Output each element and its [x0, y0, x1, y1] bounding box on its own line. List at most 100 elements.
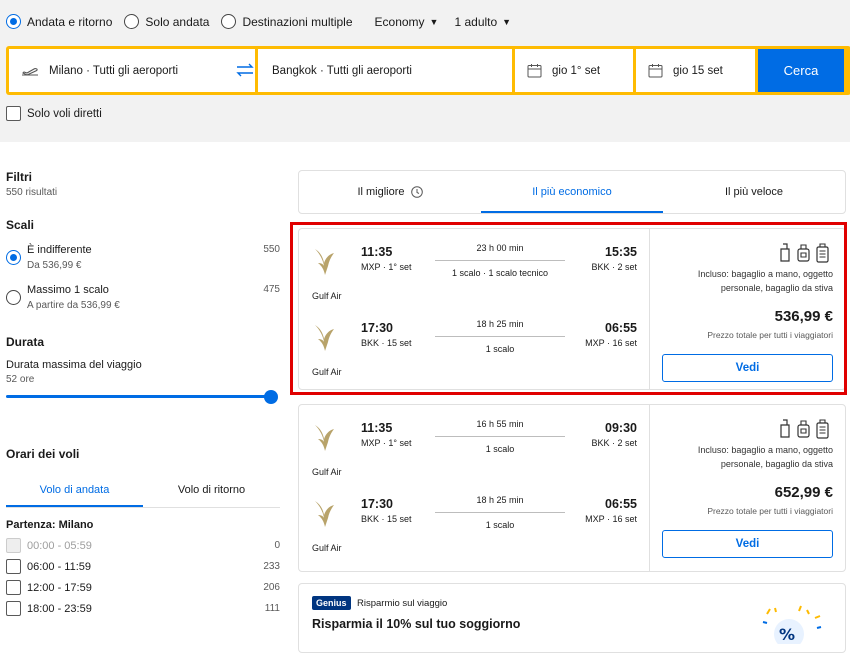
- duration-label: Durata massima del viaggio: [6, 359, 142, 371]
- view-button[interactable]: Vedi: [662, 354, 833, 382]
- radio-label: Destinazioni multiple: [242, 14, 353, 29]
- time-range-count: 206: [263, 582, 280, 593]
- calendar-icon: [648, 63, 663, 78]
- stops-option-count: 550: [263, 244, 280, 255]
- departure-time: 17:30: [361, 321, 393, 335]
- radio-round-trip[interactable]: Andata e ritorno: [6, 14, 112, 29]
- radio-one-way[interactable]: Solo andata: [124, 14, 209, 29]
- view-button[interactable]: Vedi: [662, 530, 833, 558]
- route-line: [435, 512, 565, 513]
- leg-duration: 18 h 25 min 1 scalo: [435, 319, 565, 354]
- trip-type-row: Andata e ritorno Solo andata Destinazion…: [6, 14, 517, 29]
- duration-text: 23 h 00 min: [476, 243, 524, 253]
- airline-name: Gulf Air: [312, 467, 342, 477]
- radio-multi-city[interactable]: Destinazioni multiple: [221, 14, 353, 29]
- departure: 11:35 MXP · 1° set: [361, 421, 411, 448]
- checked-bag-icon: [816, 243, 829, 268]
- stops-text: 1 scalo: [485, 344, 515, 354]
- radio-indicator: [6, 290, 21, 305]
- slider-handle[interactable]: [264, 390, 278, 404]
- stops-option-price: Da 536,99 €: [27, 260, 82, 271]
- radio-stops-any[interactable]: [6, 244, 21, 271]
- cabin-bag-icon: [797, 419, 810, 444]
- search-button[interactable]: Cerca: [758, 49, 844, 92]
- time-range-count: 233: [263, 561, 280, 572]
- depart-date-field[interactable]: gio 1° set: [515, 49, 633, 92]
- origin-field[interactable]: Milano · Tutti gli aeroporti: [9, 49, 255, 92]
- cabin-class-value: Economy: [374, 14, 425, 29]
- tab-label: Il più economico: [532, 186, 612, 198]
- info-icon[interactable]: [410, 186, 423, 198]
- promo-tag: Risparmio sul viaggio: [357, 598, 448, 609]
- duration-text: 18 h 25 min: [476, 495, 524, 505]
- tab-label: Il più veloce: [724, 186, 784, 198]
- flight-leg: Gulf Air 17:30 BKK · 15 set 18 h 25 min …: [299, 487, 649, 562]
- route-line: [435, 260, 565, 261]
- included-baggage: Incluso: bagaglio a mano, oggetto person…: [697, 445, 833, 469]
- stops-option-price: A partire da 536,99 €: [27, 300, 120, 311]
- stops-option-max1[interactable]: Massimo 1 scalo A partire da 536,99 € 47…: [6, 284, 280, 311]
- departure-subtitle: Partenza: Milano: [6, 519, 94, 531]
- arrival-info: BKK · 2 set: [591, 262, 637, 272]
- time-range-row[interactable]: 12:00 - 17:59 206: [6, 577, 280, 598]
- airline-name: Gulf Air: [312, 367, 342, 377]
- promo-title: Risparmia il 10% sul tuo soggiorno: [312, 617, 521, 631]
- stops-option-label: Massimo 1 scalo: [27, 284, 109, 296]
- duration-text: 16 h 55 min: [476, 419, 524, 429]
- flight-leg: Gulf Air 17:30 BKK · 15 set 18 h 25 min …: [299, 311, 649, 386]
- duration-slider[interactable]: [6, 387, 280, 405]
- arrival: 06:55 MXP · 16 set: [585, 497, 637, 524]
- time-range-label: 12:00 - 17:59: [27, 581, 92, 594]
- radio-indicator: [221, 14, 237, 29]
- checked-bag-icon: [816, 419, 829, 444]
- tab-return[interactable]: Volo di ritorno: [143, 479, 280, 507]
- tab-best[interactable]: Il migliore: [299, 171, 481, 213]
- price: 652,99 €: [774, 484, 833, 501]
- radio-indicator: [6, 250, 21, 265]
- departure-time: 11:35: [361, 421, 393, 435]
- flight-result-card[interactable]: Gulf Air 11:35 MXP · 1° set 16 h 55 min …: [298, 404, 846, 572]
- duration-text: 18 h 25 min: [476, 319, 524, 329]
- tab-cheapest[interactable]: Il più economico: [481, 171, 663, 213]
- cabin-class-dropdown[interactable]: Economy ▼: [375, 15, 439, 29]
- destination-value: Bangkok · Tutti gli aeroporti: [272, 64, 412, 77]
- flight-result-card[interactable]: Gulf Air 11:35 MXP · 1° set 23 h 00 min …: [298, 228, 846, 390]
- time-range-row[interactable]: 18:00 - 23:59 111: [6, 598, 280, 619]
- stops-option-any[interactable]: È indifferente Da 536,99 € 550: [6, 244, 280, 271]
- route-line: [435, 336, 565, 337]
- stops-title: Scali: [6, 218, 35, 232]
- tab-outbound[interactable]: Volo di andata: [6, 479, 143, 507]
- passengers-dropdown[interactable]: 1 adulto ▼: [454, 15, 511, 29]
- time-range-row[interactable]: 06:00 - 11:59 233: [6, 556, 280, 577]
- departure-info: MXP · 1° set: [361, 262, 412, 272]
- duration-value: 52 ore: [6, 374, 35, 385]
- airline-name: Gulf Air: [312, 543, 342, 553]
- arrival-info: MXP · 16 set: [585, 338, 637, 348]
- chevron-down-icon: ▼: [429, 16, 439, 27]
- route-line: [435, 436, 565, 437]
- time-range-row[interactable]: 00:00 - 05:59 0: [6, 535, 280, 556]
- return-date-field[interactable]: gio 15 set: [636, 49, 755, 92]
- departure-time: 17:30: [361, 497, 393, 511]
- time-ranges: 00:00 - 05:59 0 06:00 - 11:59 233 12:00 …: [6, 535, 280, 619]
- flight-leg: Gulf Air 11:35 MXP · 1° set 23 h 00 min …: [299, 235, 649, 310]
- time-range-label: 06:00 - 11:59: [27, 560, 92, 573]
- airline-name: Gulf Air: [312, 291, 342, 301]
- stops-text: 1 scalo · 1 scalo tecnico: [451, 268, 549, 278]
- destination-field[interactable]: Bangkok · Tutti gli aeroporti: [258, 49, 512, 92]
- swap-icon[interactable]: [234, 60, 256, 80]
- price-panel: Incluso: bagaglio a mano, oggetto person…: [649, 229, 847, 389]
- radio-stops-max1[interactable]: [6, 284, 21, 311]
- discount-icon: %: [757, 604, 827, 649]
- flight-legs: Gulf Air 11:35 MXP · 1° set 16 h 55 min …: [299, 405, 649, 571]
- flight-leg: Gulf Air 11:35 MXP · 1° set 16 h 55 min …: [299, 411, 649, 486]
- gulf-air-logo-icon: [312, 499, 336, 534]
- tab-label: Il migliore: [357, 186, 405, 198]
- radio-indicator: [6, 14, 21, 29]
- tab-fastest[interactable]: Il più veloce: [663, 171, 845, 213]
- direct-flights-checkbox[interactable]: Solo voli diretti: [6, 106, 102, 121]
- price-panel: Incluso: bagaglio a mano, oggetto person…: [649, 405, 847, 571]
- genius-promo-card: Genius Risparmio sul viaggio Risparmia i…: [298, 583, 846, 653]
- price-note: Prezzo totale per tutti i viaggiatori: [707, 330, 833, 340]
- return-date-value: gio 15 set: [673, 64, 723, 77]
